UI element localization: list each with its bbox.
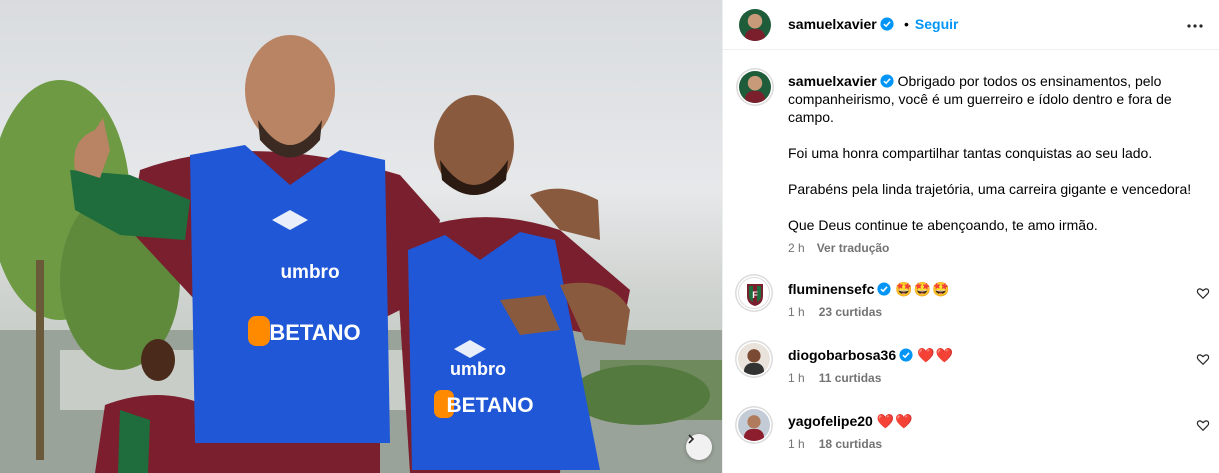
caption-username[interactable]: samuelxavier [788,73,877,89]
next-photo-button[interactable] [686,434,712,460]
comment-username[interactable]: fluminensefc [788,281,874,297]
fluminense-crest-icon: F [747,284,763,306]
comment-item: F fluminensefc 🤩🤩🤩 1 h 23 curtidas [723,277,1219,329]
fluminense-crest-avatar[interactable]: F [738,277,770,309]
comment-text: 🤩🤩🤩 [895,281,951,297]
caption-paragraph-4: Que Deus continue te abençoando, te amo … [788,217,1098,233]
see-translation-link[interactable]: Ver tradução [817,241,890,255]
verified-icon [899,348,913,362]
follow-button[interactable]: • Seguir [904,16,958,32]
like-heart-icon[interactable] [1196,352,1210,366]
comment-username[interactable]: yagofelipe20 [788,413,873,429]
caption-meta: 2 h Ver tradução [788,241,901,255]
players-illustration: umbro BETANO umbro BETANO [0,35,722,473]
user-avatar[interactable] [738,343,770,375]
comment-likes[interactable]: 23 curtidas [819,305,882,319]
caption-paragraph-1: samuelxavier Obrigado por todos os ensin… [788,72,1198,126]
right-sponsor-text: BETANO [446,394,533,417]
verified-icon [880,17,894,31]
comment-likes[interactable]: 11 curtidas [819,371,882,385]
right-brand-text: umbro [450,359,506,379]
left-brand-text: umbro [280,262,339,283]
caption-author-avatar[interactable] [739,71,771,103]
author-username-text[interactable]: samuelxavier [788,16,877,32]
chevron-right-icon [688,434,695,444]
author-avatar[interactable] [739,9,771,41]
comment-likes[interactable]: 18 curtidas [819,437,882,451]
post-header: samuelxavier • Seguir [723,0,1219,50]
caption-paragraph-2: Foi uma honra compartilhar tantas conqui… [788,145,1153,161]
verified-icon [877,282,891,296]
comment-item: yagofelipe20 ❤️❤️ 1 h 18 curtidas [723,409,1219,461]
user-avatar[interactable] [738,409,770,441]
caption-time[interactable]: 2 h [788,241,805,255]
author-username-header[interactable]: samuelxavier [788,16,894,32]
post-caption: samuelxavier Obrigado por todos os ensin… [788,72,1198,252]
comment-item: diogobarbosa36 ❤️❤️ 1 h 11 curtidas [723,343,1219,395]
svg-text:F: F [752,290,758,300]
verified-icon [880,74,894,88]
comment-time[interactable]: 1 h [788,437,805,451]
caption-paragraph-3: Parabéns pela linda trajetória, uma carr… [788,181,1192,197]
more-options-icon[interactable] [1185,16,1205,36]
comment-username[interactable]: diogobarbosa36 [788,347,896,363]
post-photo: umbro BETANO umbro BETANO [0,0,722,473]
comment-text: ❤️❤️ [876,413,914,429]
like-heart-icon[interactable] [1196,286,1210,300]
comment-text: ❤️❤️ [917,347,955,363]
separator-dot: • [904,16,909,32]
comment-time[interactable]: 1 h [788,305,805,319]
post-side-panel: samuelxavier • Seguir samuelxavier Obriga… [722,0,1219,473]
follow-label[interactable]: Seguir [915,16,959,32]
like-heart-icon[interactable] [1196,418,1210,432]
comment-time[interactable]: 1 h [788,371,805,385]
left-sponsor-text: BETANO [269,320,360,345]
